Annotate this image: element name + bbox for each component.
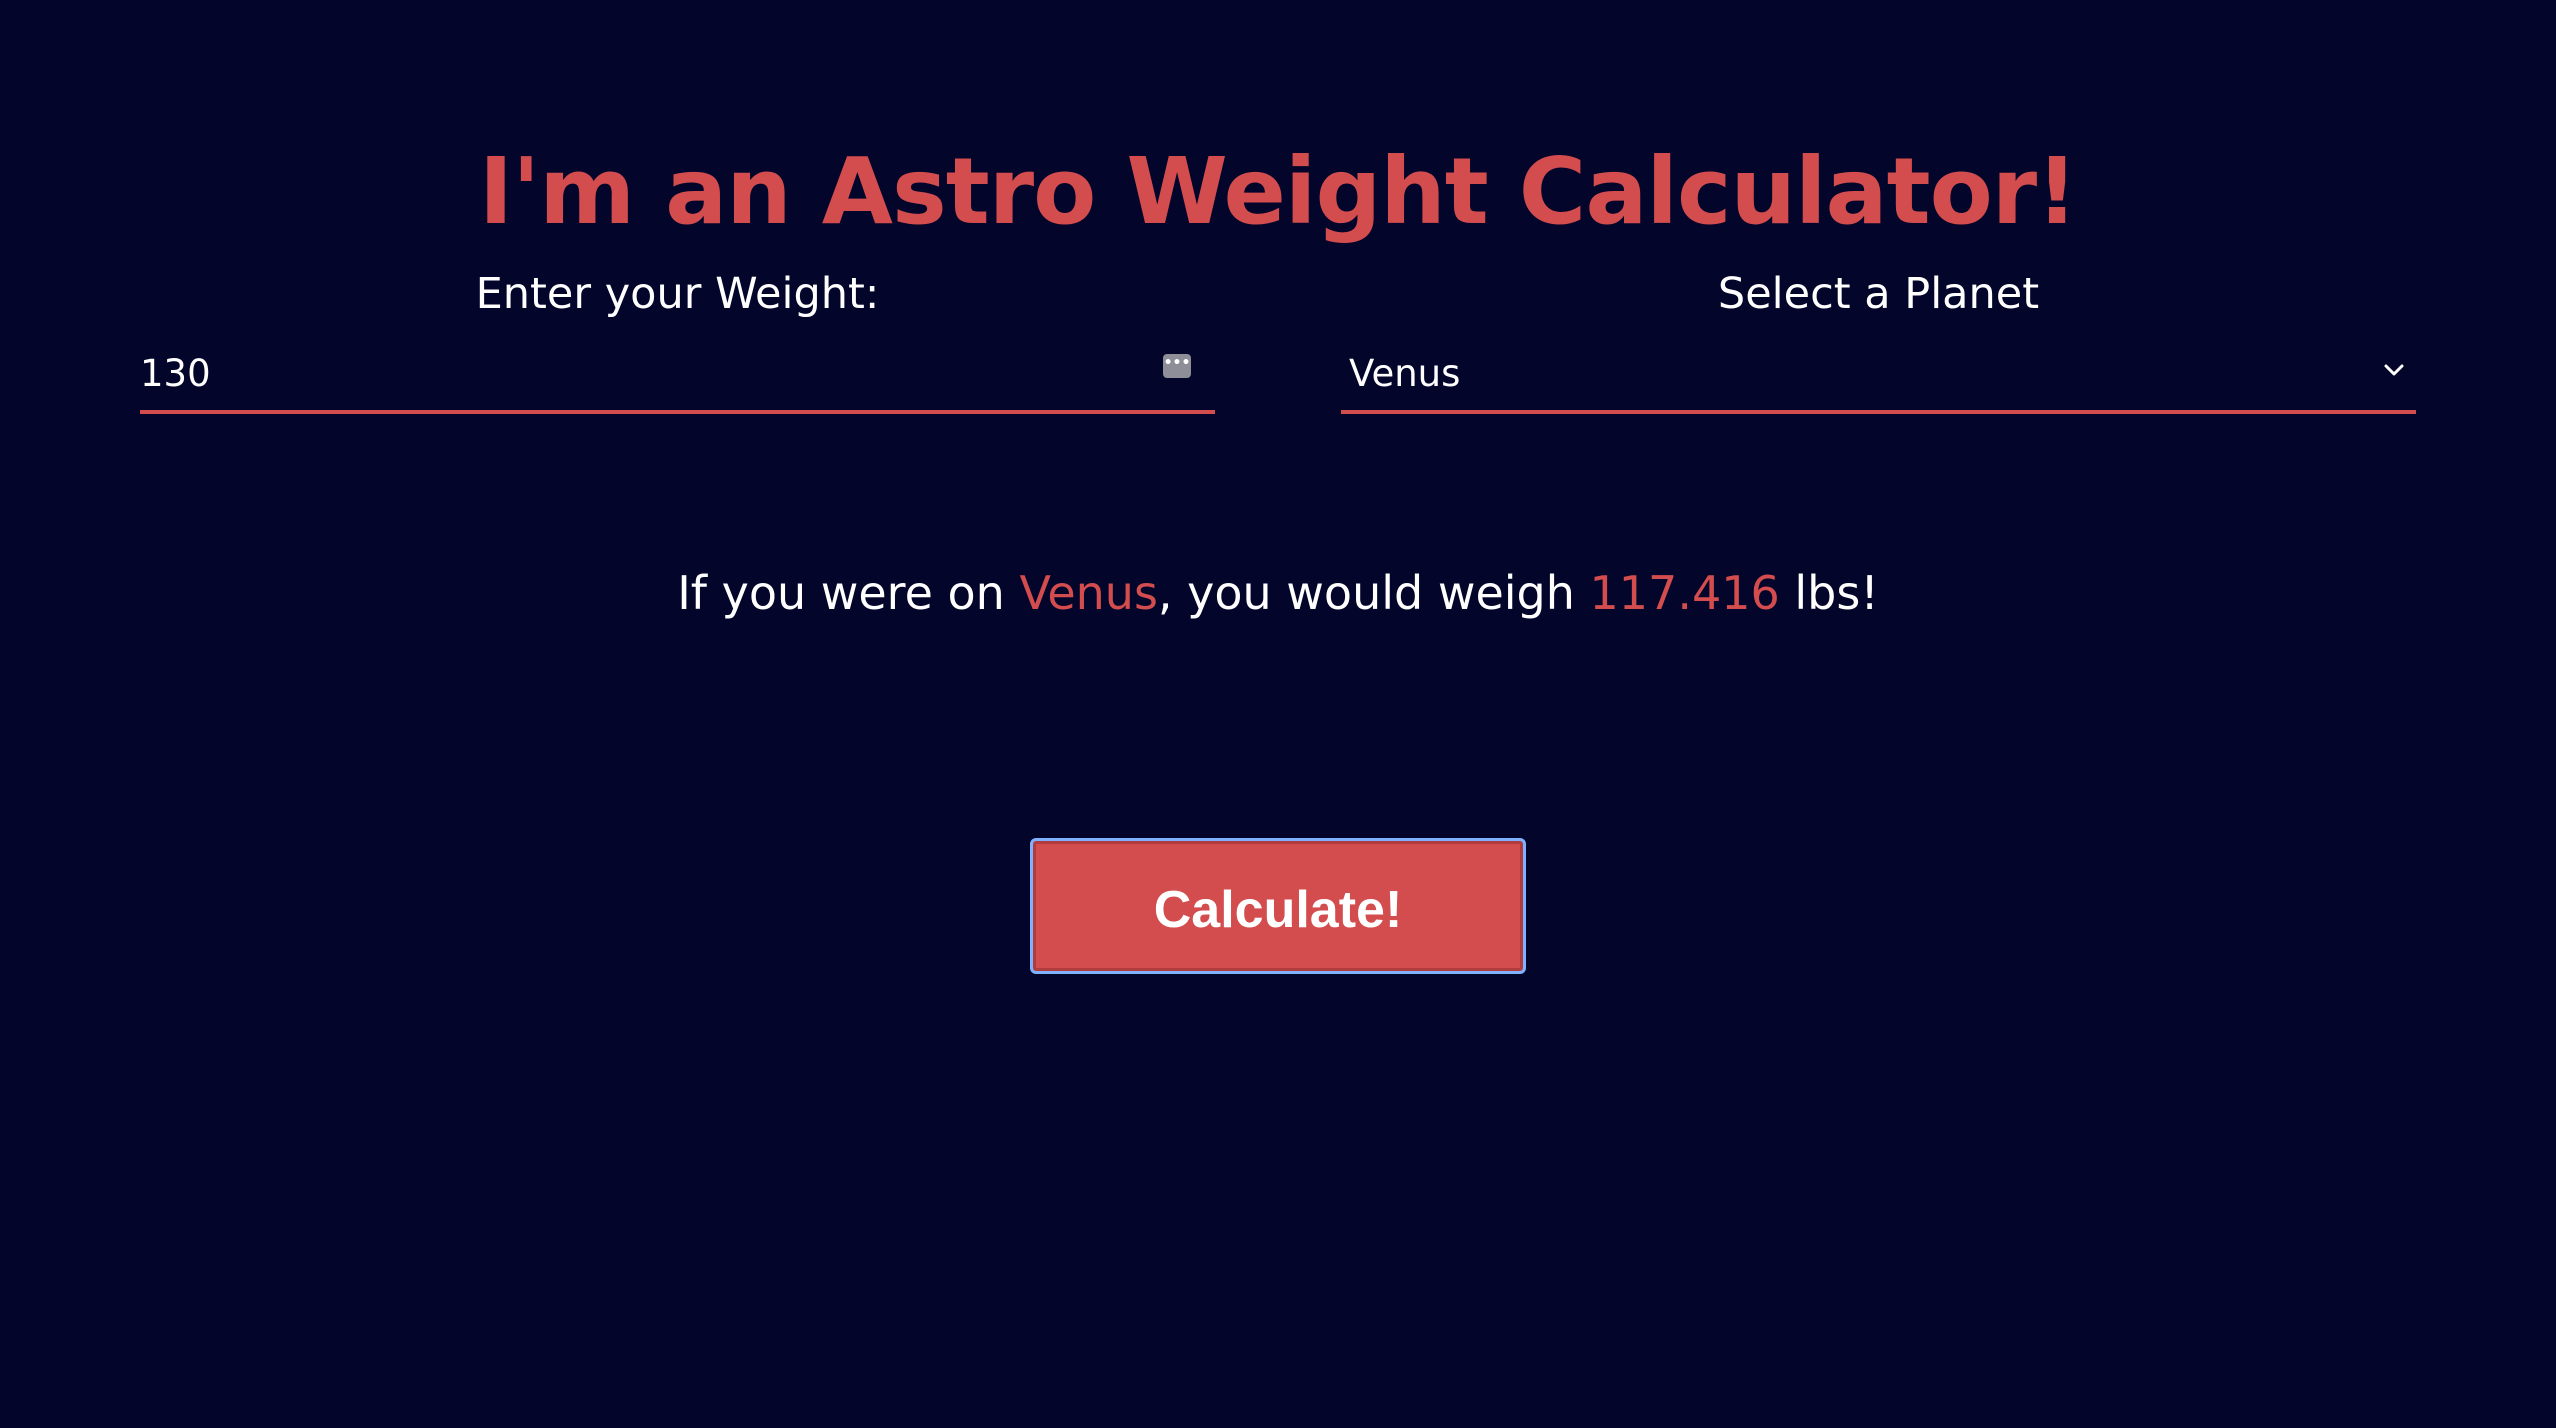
calculate-button[interactable]: Calculate! <box>1030 838 1526 974</box>
result-middle: , you would weigh <box>1157 566 1590 620</box>
weight-input[interactable]: 130 ••• <box>140 340 1215 414</box>
result-message: If you were on Venus, you would weigh 11… <box>0 558 2556 628</box>
planet-field: Select a Planet Venus <box>1341 262 2416 414</box>
result-suffix: lbs! <box>1779 566 1879 620</box>
result-planet: Venus <box>1019 566 1158 620</box>
page-title: I'm an Astro Weight Calculator! <box>478 137 2078 245</box>
chevron-down-icon[interactable] <box>2382 362 2406 378</box>
result-weight: 117.416 <box>1589 566 1780 620</box>
weight-input-value[interactable]: 130 <box>140 340 211 408</box>
result-prefix: If you were on <box>677 566 1020 620</box>
planet-select-value[interactable]: Venus <box>1349 340 1460 408</box>
planet-select[interactable]: Venus <box>1341 340 2416 414</box>
ellipsis-icon[interactable]: ••• <box>1163 354 1191 378</box>
weight-label: Enter your Weight: <box>475 269 880 319</box>
weight-field: Enter your Weight: 130 ••• <box>140 262 1215 414</box>
planet-label: Select a Planet <box>1717 269 2040 319</box>
